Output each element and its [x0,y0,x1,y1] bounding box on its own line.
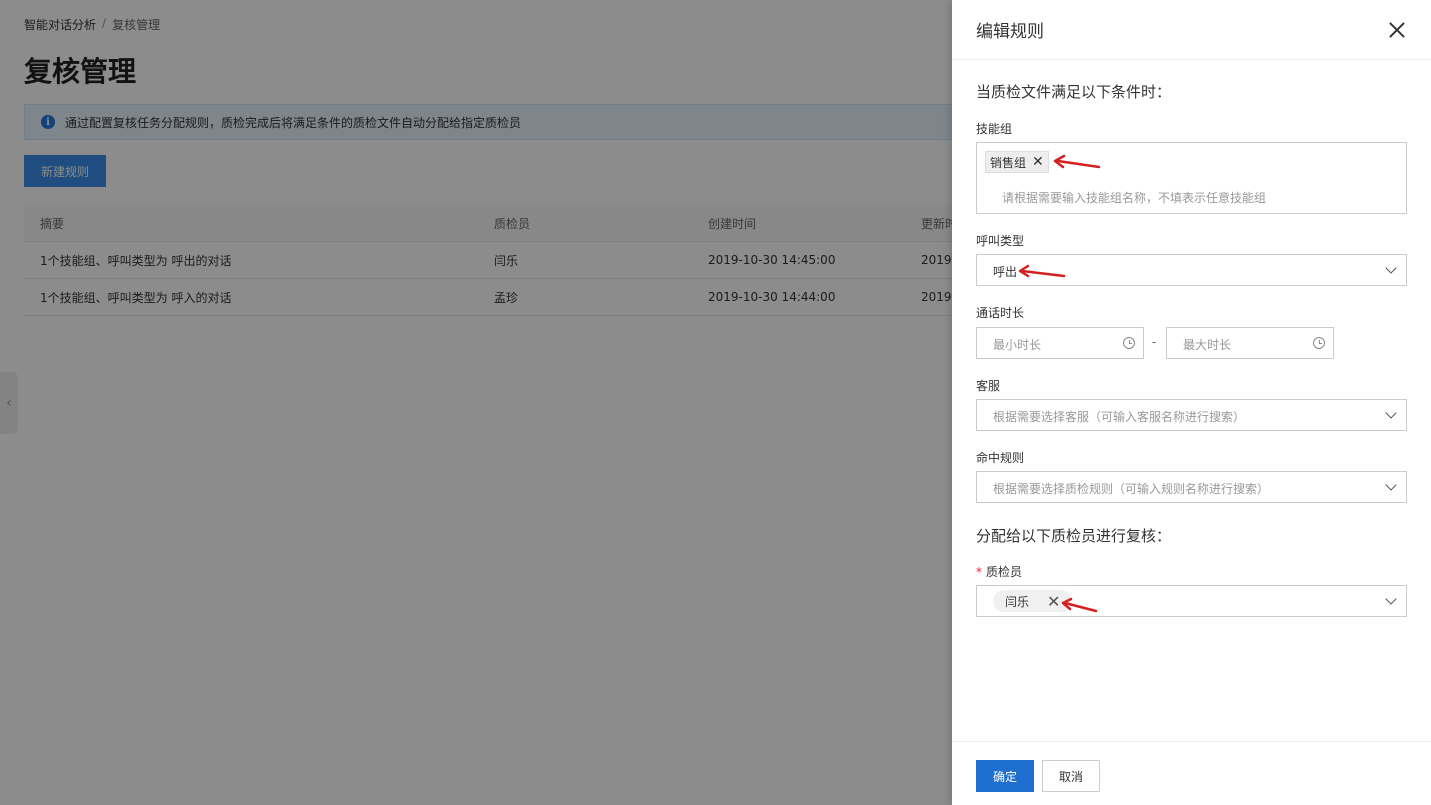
chevron-down-icon [1385,407,1397,419]
drawer-title: 编辑规则 [976,22,1044,42]
skill-group-label: 技能组 [976,122,1013,136]
annotation-arrow-icon [1018,264,1066,278]
remove-tag-icon[interactable]: ✕ [1032,155,1044,169]
inspector-tag-label: 闫乐 [1005,594,1030,609]
agent-placeholder: 根据需要选择客服（可输入客服名称进行搜索） [993,410,1246,424]
conditions-title: 当质检文件满足以下条件时： [976,83,1172,101]
max-duration-placeholder: 最大时长 [1183,338,1232,352]
duration-label: 通话时长 [976,306,1025,320]
edit-rule-drawer: 编辑规则 当质检文件满足以下条件时： 技能组 销售组 ✕ 请根据需要输入技能组名… [952,0,1431,805]
remove-tag-icon[interactable]: ✕ [1047,592,1060,611]
chevron-down-icon [1385,593,1397,605]
hit-rule-label: 命中规则 [976,451,1025,465]
call-type-value: 呼出 [993,265,1018,279]
chevron-down-icon [1385,479,1397,491]
hit-rule-placeholder: 根据需要选择质检规则（可输入规则名称进行搜索） [993,482,1270,496]
chevron-down-icon [1385,262,1397,274]
ok-button[interactable]: 确定 [976,760,1034,792]
skill-group-tag: 销售组 ✕ [985,151,1049,173]
close-icon[interactable] [1387,20,1407,40]
agent-label: 客服 [976,379,1001,393]
call-type-label: 呼叫类型 [976,234,1025,248]
skill-group-input[interactable]: 销售组 ✕ 请根据需要输入技能组名称，不填表示任意技能组 [976,142,1407,214]
skill-group-tag-label: 销售组 [990,155,1027,170]
assign-title: 分配给以下质检员进行复核： [976,527,1172,545]
clock-icon [1123,337,1135,349]
cancel-button[interactable]: 取消 [1042,760,1100,792]
inspector-label: * 质检员 [976,563,1022,580]
agent-select[interactable]: 根据需要选择客服（可输入客服名称进行搜索） [976,399,1407,431]
annotation-arrow-icon [1061,597,1098,613]
hit-rule-select[interactable]: 根据需要选择质检规则（可输入规则名称进行搜索） [976,471,1407,503]
annotation-arrow-icon [1053,154,1101,169]
drawer-header: 编辑规则 [952,0,1431,60]
max-duration-input[interactable]: 最大时长 [1166,327,1334,359]
required-mark: * [976,565,982,579]
skill-group-placeholder: 请根据需要输入技能组名称，不填表示任意技能组 [1002,191,1267,205]
inspector-label-text: 质检员 [986,565,1023,579]
duration-separator: - [1152,335,1157,349]
min-duration-placeholder: 最小时长 [993,338,1042,352]
clock-icon [1313,337,1325,349]
inspector-select[interactable]: 闫乐 ✕ [976,585,1407,617]
drawer-footer: 确定 取消 [952,741,1431,805]
min-duration-input[interactable]: 最小时长 [976,327,1144,359]
